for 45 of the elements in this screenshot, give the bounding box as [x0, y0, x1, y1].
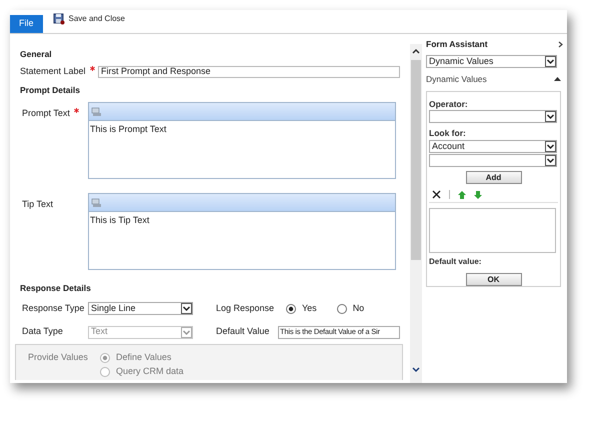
dropdown[interactable]: Dynamic Values — [426, 54, 557, 68]
close-icon[interactable] — [432, 190, 441, 199]
dropdown[interactable] — [429, 154, 557, 167]
section-heading: Response Details — [20, 282, 92, 295]
ok-button[interactable]: OK — [466, 272, 522, 286]
field-label: Look for: — [429, 127, 467, 140]
rich-text-editor[interactable]: This is Tip Text — [88, 193, 396, 270]
field-label: Prompt Text — [22, 107, 70, 120]
save-button[interactable]: Save and Close — [52, 13, 125, 25]
panel-title: Form Assistant — [426, 38, 488, 51]
scroll-down-icon[interactable] — [412, 367, 420, 373]
dropdown-arrow-icon[interactable] — [545, 141, 556, 152]
section-header: Dynamic Values — [426, 72, 487, 86]
radio-button[interactable]: Yes — [286, 302, 317, 316]
editor-text: This is Prompt Text — [89, 123, 168, 136]
up-arrow-icon[interactable] — [458, 190, 466, 198]
scrollbar[interactable] — [410, 44, 422, 383]
field-label: Data Type — [22, 325, 64, 338]
file-tab[interactable]: File — [10, 15, 43, 33]
field-label: Log Response — [216, 302, 276, 315]
section-heading: Prompt Details — [20, 84, 81, 97]
field-label: Tip Text — [22, 198, 54, 211]
field-label: Statement Label — [20, 64, 86, 78]
scroll-thumb[interactable] — [411, 60, 421, 260]
field-label: Operator: — [429, 98, 469, 110]
text-field[interactable]: First Prompt and Response — [98, 66, 400, 78]
field-label: Default Value — [216, 325, 270, 338]
scroll-up-icon[interactable] — [412, 48, 420, 54]
dropdown[interactable] — [429, 110, 557, 124]
add-button[interactable]: Add — [466, 171, 522, 184]
chevron-right-icon[interactable] — [558, 40, 563, 48]
editor-text: This is Tip Text — [89, 214, 150, 227]
dropdown-arrow-icon[interactable] — [545, 155, 556, 166]
field-label: Provide Values — [28, 350, 89, 364]
dropdown-arrow-icon[interactable] — [181, 303, 192, 314]
collapse-icon[interactable] — [554, 76, 561, 82]
radio-button[interactable]: No — [336, 302, 364, 316]
rich-text-editor[interactable]: This is Prompt Text — [88, 102, 396, 179]
save-icon — [52, 13, 65, 25]
dropdown[interactable]: Account — [429, 140, 557, 153]
section-heading: General — [20, 48, 53, 61]
dropdown[interactable]: Single Line — [88, 302, 193, 315]
down-arrow-icon[interactable] — [474, 190, 482, 198]
field-label: Default value: — [429, 256, 482, 268]
field-label: Response Type — [22, 302, 86, 315]
